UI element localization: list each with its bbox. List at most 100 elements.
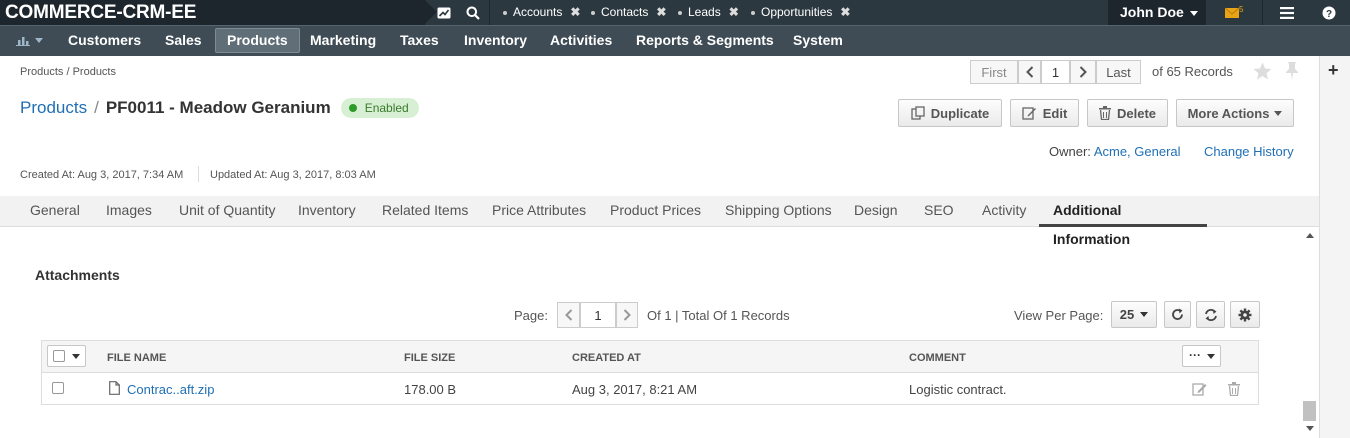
menu-taxes[interactable]: Taxes xyxy=(389,28,450,53)
refresh-icon xyxy=(1172,308,1183,320)
star-icon[interactable] xyxy=(1253,62,1272,83)
menu-sales[interactable]: Sales xyxy=(154,28,213,53)
menu-system[interactable]: System xyxy=(782,28,854,53)
tab-related-items[interactable]: Related Items xyxy=(372,196,478,227)
owner-link[interactable]: Acme, General xyxy=(1094,144,1181,159)
chevron-right-icon xyxy=(623,309,631,321)
dashboard-icon[interactable] xyxy=(432,0,456,25)
close-icon[interactable]: ✖ xyxy=(570,0,580,25)
tab-product-prices[interactable]: Product Prices xyxy=(600,196,711,227)
shortcut-label: Contacts xyxy=(601,5,649,19)
refresh-button[interactable] xyxy=(1164,301,1191,328)
menu-marketing[interactable]: Marketing xyxy=(299,28,387,53)
column-manager-dropdown[interactable]: ··· xyxy=(1182,345,1221,367)
shortcut-accounts[interactable]: Accounts ✖ xyxy=(503,0,580,25)
tab-unit-of-quantity[interactable]: Unit of Quantity xyxy=(169,196,286,227)
ellipsis-icon: ··· xyxy=(1189,348,1201,362)
tab-general[interactable]: General xyxy=(20,196,90,227)
record-pager: First 1 Last xyxy=(970,60,1141,84)
delete-button[interactable]: Delete xyxy=(1087,99,1168,127)
grid-prev-button[interactable] xyxy=(557,302,580,328)
tab-price-attributes[interactable]: Price Attributes xyxy=(482,196,596,227)
search-icon[interactable] xyxy=(461,0,485,25)
edit-label: Edit xyxy=(1042,105,1068,121)
status-badge: Enabled xyxy=(340,98,419,118)
shortcut-label: Opportunities xyxy=(761,5,833,19)
mail-count: 5 xyxy=(1239,5,1244,14)
trash-icon[interactable] xyxy=(1228,382,1240,399)
pager-next-button[interactable] xyxy=(1070,60,1096,84)
mass-select-dropdown[interactable] xyxy=(47,345,86,367)
grid-header: FILE NAME FILE SIZE CREATED AT COMMENT ·… xyxy=(42,341,1258,373)
svg-text:?: ? xyxy=(1326,9,1332,20)
hamburger-icon[interactable] xyxy=(1275,0,1299,25)
edit-icon[interactable] xyxy=(1192,382,1208,399)
col-file-size[interactable]: FILE SIZE xyxy=(404,352,455,364)
help-icon[interactable]: ? xyxy=(1317,0,1341,25)
sync-icon xyxy=(1204,308,1217,321)
shortcut-label: Accounts xyxy=(513,5,563,19)
change-history-link[interactable]: Change History xyxy=(1204,144,1294,159)
dot-icon xyxy=(503,10,507,15)
edit-button[interactable]: Edit xyxy=(1010,99,1079,127)
tab-design[interactable]: Design xyxy=(844,196,908,227)
user-menu[interactable]: John Doe xyxy=(1108,0,1206,25)
select-all-checkbox[interactable] xyxy=(53,350,65,362)
tab-seo[interactable]: SEO xyxy=(914,196,964,227)
reset-button[interactable] xyxy=(1196,301,1225,328)
tab-additional-information[interactable]: Additional Information xyxy=(1039,196,1207,247)
shortcut-contacts[interactable]: Contacts ✖ xyxy=(591,0,666,25)
duplicate-button[interactable]: Duplicate xyxy=(898,99,1002,127)
pager-last-button[interactable]: Last xyxy=(1096,60,1141,84)
title-separator: / xyxy=(94,98,99,117)
sidebar-rail: + xyxy=(1319,56,1350,438)
delete-label: Delete xyxy=(1116,105,1157,121)
menu-products[interactable]: Products xyxy=(215,28,300,53)
pager-first-button[interactable]: First xyxy=(970,60,1018,84)
record-count: of 65 Records xyxy=(1152,64,1233,79)
duplicate-label: Duplicate xyxy=(930,105,990,121)
products-link[interactable]: Products xyxy=(20,98,87,118)
tab-shipping-options[interactable]: Shipping Options xyxy=(715,196,842,227)
grid-settings-button[interactable] xyxy=(1230,301,1260,328)
menu-inventory[interactable]: Inventory xyxy=(453,28,538,53)
tab-bar: General Images Unit of Quantity Inventor… xyxy=(0,196,1319,247)
add-widget-icon[interactable]: + xyxy=(1328,60,1339,81)
menu-activities[interactable]: Activities xyxy=(539,28,623,53)
menu-reports-segments[interactable]: Reports & Segments xyxy=(625,28,785,53)
close-icon[interactable]: ✖ xyxy=(656,0,666,25)
close-icon[interactable]: ✖ xyxy=(729,0,739,25)
chevron-down-icon xyxy=(1140,312,1149,317)
mail-icon[interactable]: 5 xyxy=(1221,0,1249,25)
menu-customers[interactable]: Customers xyxy=(57,28,152,53)
dot-icon xyxy=(678,10,682,15)
comment-cell: Logistic contract. xyxy=(909,382,1007,397)
grid-page-input[interactable]: 1 xyxy=(580,302,616,328)
content-scrollbar[interactable] xyxy=(1301,228,1319,438)
divider xyxy=(489,0,490,25)
bar-chart-icon xyxy=(16,28,43,53)
col-created-at[interactable]: CREATED AT xyxy=(572,352,641,364)
view-per-page-select[interactable]: 25 xyxy=(1111,301,1157,328)
tab-inventory[interactable]: Inventory xyxy=(288,196,366,227)
col-comment[interactable]: COMMENT xyxy=(909,352,966,364)
tab-activity[interactable]: Activity xyxy=(972,196,1036,227)
col-file-name[interactable]: FILE NAME xyxy=(107,352,166,364)
pager-prev-button[interactable] xyxy=(1018,60,1041,84)
row-checkbox[interactable] xyxy=(52,382,64,394)
shortcut-leads[interactable]: Leads ✖ xyxy=(678,0,739,25)
shortcut-opportunities[interactable]: Opportunities ✖ xyxy=(751,0,850,25)
grid-pager: 1 xyxy=(557,302,638,328)
app-logo[interactable]: COMMERCE-CRM-EE xyxy=(0,0,437,25)
file-icon xyxy=(109,381,120,398)
shortcut-label: Leads xyxy=(688,5,721,19)
reports-menu-button[interactable] xyxy=(8,28,51,53)
tab-images[interactable]: Images xyxy=(96,196,162,227)
pin-icon[interactable] xyxy=(1284,62,1300,83)
more-actions-button[interactable]: More Actions xyxy=(1176,99,1294,127)
file-name-link[interactable]: Contrac..aft.zip xyxy=(127,382,214,397)
gear-icon xyxy=(1238,308,1252,321)
pager-page-input[interactable]: 1 xyxy=(1041,60,1070,84)
close-icon[interactable]: ✖ xyxy=(840,0,850,25)
grid-next-button[interactable] xyxy=(616,302,638,328)
